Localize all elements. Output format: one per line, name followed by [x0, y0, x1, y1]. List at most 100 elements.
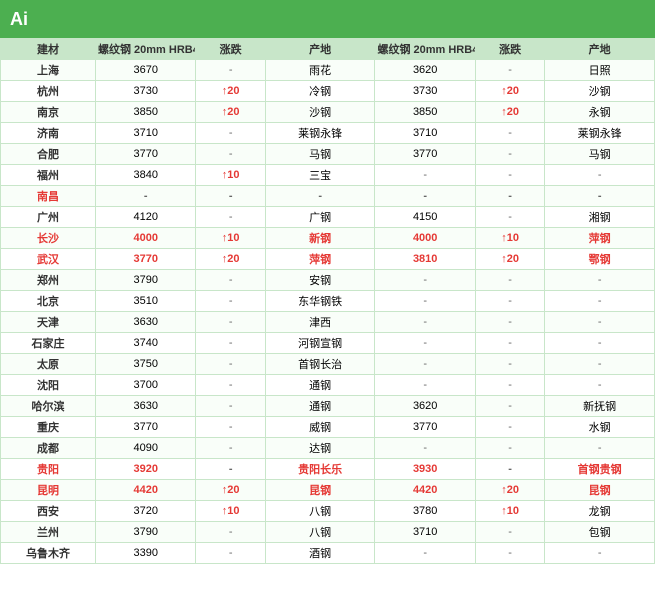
table-cell: 4000: [375, 228, 475, 249]
table-cell: 莱钢永锋: [265, 123, 375, 144]
table-cell: -: [545, 291, 655, 312]
table-cell: 3730: [375, 81, 475, 102]
table-cell: -: [475, 543, 544, 564]
table-cell: 沙钢: [545, 81, 655, 102]
table-cell: -: [196, 291, 265, 312]
table-cell: 鄂钢: [545, 249, 655, 270]
table-cell: 萍钢: [545, 228, 655, 249]
table-cell: ↑20: [475, 480, 544, 501]
table-cell: ↑10: [196, 501, 265, 522]
table-cell: -: [196, 144, 265, 165]
header-o2: 产地: [545, 39, 655, 60]
table-cell: -: [196, 543, 265, 564]
table-city: 太原: [1, 354, 96, 375]
table-cell: 3720: [95, 501, 195, 522]
table-cell: -: [475, 375, 544, 396]
table-cell: -: [265, 186, 375, 207]
table-cell: -: [545, 165, 655, 186]
table-cell: 达钢: [265, 438, 375, 459]
table-cell: 龙钢: [545, 501, 655, 522]
table-cell: ↑10: [196, 228, 265, 249]
table-city: 重庆: [1, 417, 96, 438]
table-cell: 4420: [375, 480, 475, 501]
table-cell: -: [375, 354, 475, 375]
table-cell: 马钢: [545, 144, 655, 165]
table-cell: -: [475, 123, 544, 144]
table-city: 西安: [1, 501, 96, 522]
table-cell: 3510: [95, 291, 195, 312]
table-cell: -: [475, 165, 544, 186]
table-city: 武汉: [1, 249, 96, 270]
table-cell: 3630: [95, 396, 195, 417]
table-cell: 3770: [95, 144, 195, 165]
table-cell: 4420: [95, 480, 195, 501]
table-city: 天津: [1, 312, 96, 333]
table-cell: -: [196, 438, 265, 459]
table-cell: 昆钢: [545, 480, 655, 501]
table-cell: ↑20: [475, 102, 544, 123]
table-cell: -: [545, 186, 655, 207]
table-cell: -: [475, 207, 544, 228]
table-cell: 东华钢铁: [265, 291, 375, 312]
table-cell: ↑10: [196, 165, 265, 186]
table-cell: 冷钢: [265, 81, 375, 102]
table-cell: -: [475, 396, 544, 417]
table-cell: 4120: [95, 207, 195, 228]
table-cell: -: [545, 375, 655, 396]
table-cell: 永钢: [545, 102, 655, 123]
table-cell: 通钢: [265, 396, 375, 417]
table-cell: 三宝: [265, 165, 375, 186]
table-cell: ↑10: [475, 228, 544, 249]
table-cell: 3770: [95, 417, 195, 438]
table-cell: -: [475, 144, 544, 165]
table-cell: -: [375, 165, 475, 186]
table-cell: -: [375, 270, 475, 291]
table-cell: -: [475, 312, 544, 333]
table-cell: 3630: [95, 312, 195, 333]
table-city: 乌鲁木齐: [1, 543, 96, 564]
table-cell: -: [475, 270, 544, 291]
header-c1: 涨跌: [196, 39, 265, 60]
table-cell: 安钢: [265, 270, 375, 291]
table-cell: 3670: [95, 60, 195, 81]
table-cell: 新抚钢: [545, 396, 655, 417]
table-cell: -: [95, 186, 195, 207]
table-city: 长沙: [1, 228, 96, 249]
table-city: 昆明: [1, 480, 96, 501]
table-cell: -: [196, 375, 265, 396]
table-cell: 4150: [375, 207, 475, 228]
table-cell: -: [475, 417, 544, 438]
table-cell: 水钢: [545, 417, 655, 438]
table-cell: -: [196, 333, 265, 354]
table-cell: -: [545, 543, 655, 564]
table-cell: -: [196, 60, 265, 81]
table-city: 石家庄: [1, 333, 96, 354]
table-cell: 3930: [375, 459, 475, 480]
table-cell: 3770: [375, 417, 475, 438]
table-cell: 包钢: [545, 522, 655, 543]
table-cell: -: [375, 291, 475, 312]
table-cell: 3920: [95, 459, 195, 480]
table-cell: 湘钢: [545, 207, 655, 228]
table-city: 福州: [1, 165, 96, 186]
table-cell: 沙钢: [265, 102, 375, 123]
table-city: 上海: [1, 60, 96, 81]
table-city: 沈阳: [1, 375, 96, 396]
table-cell: 3770: [375, 144, 475, 165]
table-cell: -: [196, 459, 265, 480]
table-cell: 4090: [95, 438, 195, 459]
table-cell: -: [545, 312, 655, 333]
table-cell: 3790: [95, 270, 195, 291]
table-cell: 马钢: [265, 144, 375, 165]
table-cell: -: [375, 186, 475, 207]
table-cell: -: [475, 291, 544, 312]
table-cell: -: [545, 354, 655, 375]
table-cell: 3710: [95, 123, 195, 144]
table-cell: 日照: [545, 60, 655, 81]
table-cell: 广钢: [265, 207, 375, 228]
table-cell: 八钢: [265, 522, 375, 543]
table-cell: -: [375, 438, 475, 459]
table-city: 济南: [1, 123, 96, 144]
table-city: 兰州: [1, 522, 96, 543]
table-cell: ↑20: [475, 249, 544, 270]
